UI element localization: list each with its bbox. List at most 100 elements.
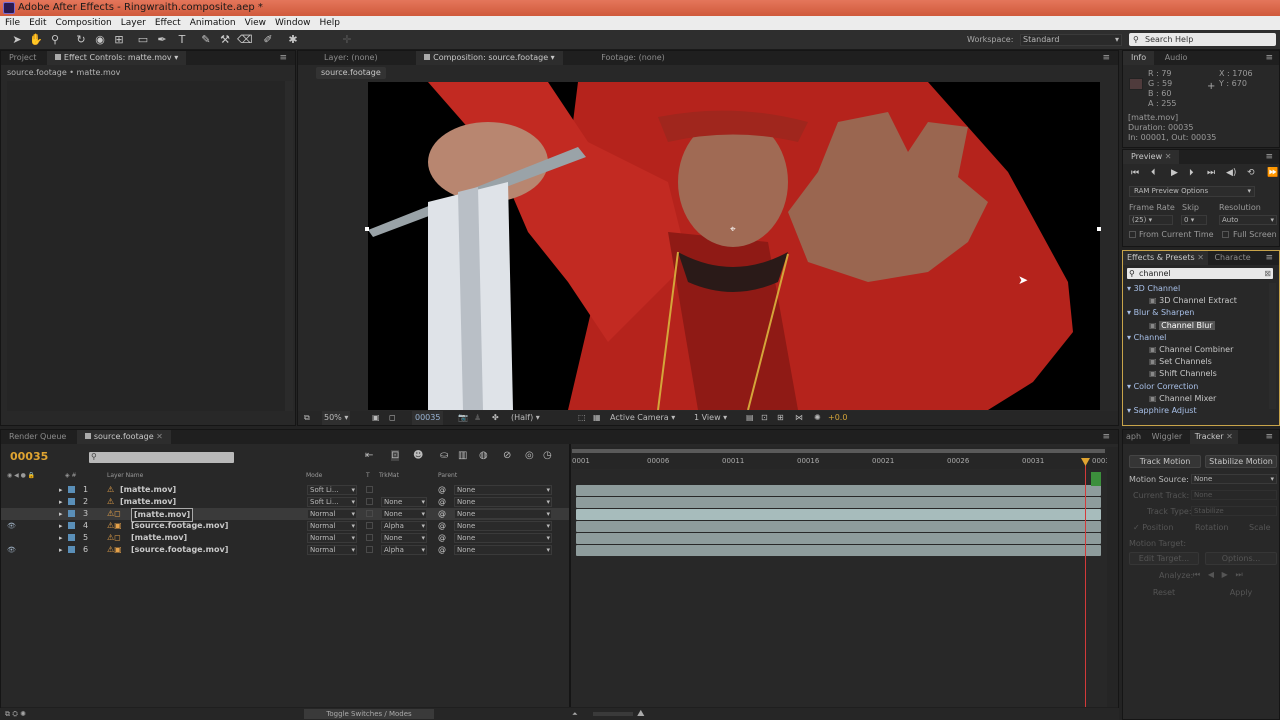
layer-duration-bar[interactable] bbox=[576, 533, 1101, 544]
first-frame-icon[interactable]: ⏮ bbox=[1131, 167, 1139, 179]
view-layout-dropdown[interactable]: 1 View ▾ bbox=[694, 411, 727, 425]
eraser-tool-icon[interactable]: ⌫ bbox=[237, 33, 253, 47]
tab-audio[interactable]: Audio bbox=[1157, 51, 1196, 65]
clear-search-icon[interactable]: ⊠ bbox=[1264, 268, 1271, 279]
play-icon[interactable]: ▶ bbox=[1171, 167, 1178, 179]
safe-margins-icon[interactable]: ▣ bbox=[372, 411, 380, 425]
effect-item[interactable]: ▣ 3D Channel Extract bbox=[1127, 295, 1267, 307]
mask-visibility-icon[interactable]: ◻ bbox=[389, 411, 396, 425]
layer-duration-bar[interactable] bbox=[576, 509, 1101, 520]
analyze-1-frame-forward-icon[interactable]: ▶ bbox=[1222, 570, 1228, 579]
ram-preview-options-dropdown[interactable]: RAM Preview Options ▾ bbox=[1129, 186, 1255, 197]
toggle-pixel-aspect-icon[interactable]: ▤ bbox=[746, 411, 754, 425]
exposure-icon[interactable]: ✺ bbox=[814, 411, 821, 425]
tab-info[interactable]: Info bbox=[1123, 51, 1155, 65]
zoom-slider[interactable] bbox=[593, 712, 633, 716]
composition-canvas[interactable] bbox=[368, 82, 1100, 410]
loop-icon[interactable]: ⟲ bbox=[1247, 167, 1255, 179]
effects-search-input[interactable]: ⚲ channel ⊠ bbox=[1127, 268, 1273, 279]
pan-behind-tool-icon[interactable]: ⊞ bbox=[112, 33, 126, 47]
anchor-point-icon[interactable]: ⌖ bbox=[730, 224, 736, 235]
panel-menu-icon[interactable]: ≡ bbox=[1265, 253, 1273, 263]
scale-checkbox[interactable]: Scale bbox=[1249, 523, 1271, 532]
frame-rate-dropdown[interactable]: (25) ▾ bbox=[1129, 215, 1173, 225]
magnification-dropdown[interactable]: 50% ▾ bbox=[322, 411, 351, 425]
layer-handle[interactable] bbox=[1097, 227, 1101, 231]
tab-wiggler[interactable]: Wiggler bbox=[1147, 430, 1188, 444]
resolution-dropdown[interactable]: Auto ▾ bbox=[1219, 215, 1277, 225]
always-preview-icon[interactable]: ⧉ bbox=[304, 411, 310, 425]
comp-navigator-tab[interactable]: source.footage bbox=[316, 67, 386, 79]
zoom-in-icon[interactable]: ⛰ bbox=[637, 708, 645, 720]
from-current-time-checkbox[interactable] bbox=[1129, 231, 1136, 238]
menu-effect[interactable]: Effect bbox=[150, 16, 185, 30]
region-of-interest-icon[interactable]: ⬚ bbox=[578, 411, 586, 425]
rectangle-mask-tool-icon[interactable]: ▭ bbox=[136, 33, 150, 47]
current-track-dropdown[interactable]: None bbox=[1191, 490, 1277, 500]
category-3d-channel[interactable]: ▾ 3D Channel bbox=[1127, 283, 1267, 295]
exposure-value[interactable]: +0.0 bbox=[828, 411, 847, 425]
layer-duration-bar[interactable] bbox=[576, 485, 1101, 496]
camera-orbit-tool-icon[interactable]: ◉ bbox=[93, 33, 107, 47]
workspace-dropdown[interactable]: Standard ▾ bbox=[1020, 34, 1122, 46]
ram-preview-icon[interactable]: ⏩ bbox=[1267, 167, 1278, 179]
tab-project[interactable]: Project bbox=[1, 51, 44, 65]
menu-help[interactable]: Help bbox=[314, 16, 344, 30]
tab-footage[interactable]: Footage: (none) bbox=[593, 51, 673, 65]
roto-brush-tool-icon[interactable]: ✐ bbox=[261, 33, 275, 47]
previous-frame-icon[interactable]: ⏴ bbox=[1151, 167, 1156, 179]
color-channel-icon[interactable]: ✤ bbox=[492, 411, 499, 425]
pen-tool-icon[interactable]: ✒ bbox=[155, 33, 169, 47]
effect-item-selected[interactable]: ▣ Channel Blur bbox=[1127, 320, 1267, 332]
timeline-icon[interactable]: ⊞ bbox=[777, 411, 784, 425]
options-button[interactable]: Options... bbox=[1205, 552, 1277, 565]
position-checkbox[interactable]: ✓ Position bbox=[1133, 523, 1173, 532]
menu-file[interactable]: File bbox=[0, 16, 24, 30]
layer-duration-bar[interactable] bbox=[576, 545, 1101, 556]
scrollbar[interactable] bbox=[285, 81, 293, 411]
full-screen-checkbox[interactable] bbox=[1222, 231, 1229, 238]
menu-animation[interactable]: Animation bbox=[185, 16, 240, 30]
current-time-display[interactable]: 00035 bbox=[412, 411, 444, 425]
camera-dropdown[interactable]: Active Camera ▾ bbox=[610, 411, 675, 425]
analyze-backward-icon[interactable]: ⏮ bbox=[1193, 570, 1200, 579]
search-help-input[interactable]: ⚲ Search Help bbox=[1129, 33, 1276, 46]
layer-handle[interactable] bbox=[365, 227, 369, 231]
hand-tool-icon[interactable]: ✋ bbox=[29, 33, 43, 47]
panel-menu-icon[interactable]: ≡ bbox=[1102, 53, 1110, 63]
tab-layer[interactable]: Layer: (none) bbox=[316, 51, 386, 65]
menu-edit[interactable]: Edit bbox=[24, 16, 50, 30]
category-blur-sharpen[interactable]: ▾ Blur & Sharpen bbox=[1127, 307, 1267, 319]
type-tool-icon[interactable]: T bbox=[175, 33, 189, 47]
zoom-tool-icon[interactable]: ⚲ bbox=[48, 33, 62, 47]
layer-duration-bar[interactable] bbox=[576, 497, 1101, 508]
flowchart-icon[interactable]: ⋈ bbox=[795, 411, 803, 425]
motion-source-dropdown[interactable]: None ▾ bbox=[1191, 474, 1277, 484]
effect-item[interactable]: ▣ Set Channels bbox=[1127, 356, 1267, 368]
transparency-grid-icon[interactable]: ▦ bbox=[593, 411, 601, 425]
tab-preview[interactable]: Preview ✕ bbox=[1123, 150, 1180, 164]
category-color-correction[interactable]: ▾ Color Correction bbox=[1127, 381, 1267, 393]
panel-menu-icon[interactable]: ≡ bbox=[279, 53, 287, 63]
menu-view[interactable]: View bbox=[240, 16, 270, 30]
analyze-1-frame-backward-icon[interactable]: ◀ bbox=[1208, 570, 1214, 579]
tab-graph[interactable]: aph bbox=[1123, 430, 1144, 444]
scrollbar[interactable] bbox=[1269, 283, 1276, 409]
panel-menu-icon[interactable]: ≡ bbox=[1265, 432, 1273, 442]
effect-item[interactable]: ▣ Shift Channels bbox=[1127, 368, 1267, 380]
brush-tool-icon[interactable]: ✎ bbox=[199, 33, 213, 47]
show-snapshot-icon[interactable]: ♟ bbox=[474, 411, 481, 425]
menu-window[interactable]: Window bbox=[270, 16, 315, 30]
puppet-pin-tool-icon[interactable]: ✱ bbox=[286, 33, 300, 47]
rotation-checkbox[interactable]: Rotation bbox=[1195, 523, 1228, 532]
toggle-switches-modes-button[interactable]: Toggle Switches / Modes bbox=[304, 709, 434, 719]
zoom-out-icon[interactable]: ⏶ bbox=[572, 708, 578, 720]
panel-menu-icon[interactable]: ≡ bbox=[1265, 53, 1273, 63]
apply-button[interactable]: Apply bbox=[1205, 587, 1277, 600]
edit-target-button[interactable]: Edit Target... bbox=[1129, 552, 1199, 565]
current-time-indicator[interactable] bbox=[1085, 458, 1086, 708]
menu-layer[interactable]: Layer bbox=[116, 16, 150, 30]
menu-composition[interactable]: Composition bbox=[51, 16, 116, 30]
panel-menu-icon[interactable]: ≡ bbox=[1265, 152, 1273, 162]
rotation-tool-icon[interactable]: ↻ bbox=[74, 33, 88, 47]
